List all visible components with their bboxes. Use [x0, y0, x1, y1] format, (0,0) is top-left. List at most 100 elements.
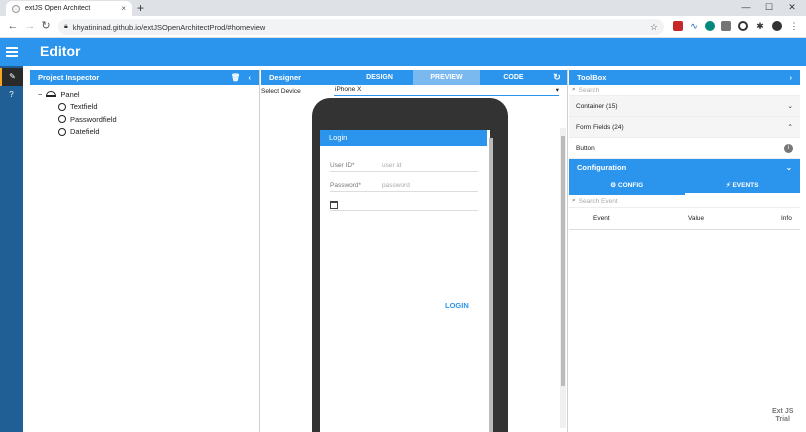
preview-scrollbar[interactable]: [489, 138, 493, 432]
search-icon: ⌕: [572, 86, 576, 93]
phone-frame: Login User ID* user id Password* passwor…: [312, 98, 508, 432]
tab-config[interactable]: ⚙ CONFIG: [569, 176, 685, 195]
tree-collapse-icon[interactable]: −: [38, 90, 42, 99]
chevron-up-icon[interactable]: ⌃: [788, 123, 793, 131]
right-panel: ToolBox › ⌕ Search Container (15) ⌄ Form…: [569, 70, 800, 432]
trash-icon[interactable]: 🗑︎: [231, 73, 241, 82]
project-inspector-panel: Project Inspector 🗑︎ ‹ − Panel Textfield…: [30, 70, 260, 432]
toolbox-group-container[interactable]: Container (15) ⌄: [569, 96, 800, 117]
hamburger-menu-icon[interactable]: [6, 45, 18, 57]
toolbox-group-form-fields[interactable]: Form Fields (24) ⌃: [569, 117, 800, 138]
extension-shield-icon[interactable]: [673, 21, 683, 31]
device-select[interactable]: iPhone X ▾: [334, 86, 559, 96]
side-rail: ✎ ?: [0, 66, 23, 432]
reload-icon[interactable]: ↻: [39, 20, 53, 32]
extension-circle-icon[interactable]: [738, 21, 748, 31]
maximize-button[interactable]: ☐: [759, 2, 779, 13]
tab-events-label: EVENTS: [732, 182, 759, 189]
tree-node-label: Passwordfield: [70, 114, 117, 124]
tab-events[interactable]: ⚡︎ EVENTS: [684, 176, 800, 195]
toolbox-header: ToolBox ›: [569, 70, 800, 85]
app-header: Editor: [0, 38, 806, 66]
designer-scrollbar[interactable]: [560, 128, 566, 428]
phone-screen: Login User ID* user id Password* passwor…: [320, 130, 493, 432]
close-window-button[interactable]: ✕: [782, 2, 802, 13]
new-tab-button[interactable]: +: [137, 2, 144, 14]
url-text: khyatininad.github.io/extJSOpenArchitect…: [72, 22, 266, 32]
field-circle-icon: [58, 127, 66, 136]
event-search[interactable]: ⌕ Search Event: [569, 195, 800, 208]
extension-camera-icon[interactable]: [721, 21, 731, 31]
browser-tab[interactable]: extJS Open Architect ×: [6, 1, 132, 16]
forward-icon[interactable]: →: [23, 20, 37, 32]
tree-node-textfield[interactable]: Textfield: [30, 101, 259, 114]
designer-header: Designer DESIGN PREVIEW CODE ↻: [261, 70, 567, 85]
designer-panel: Designer DESIGN PREVIEW CODE ↻ Select De…: [261, 70, 568, 432]
extension-cloud-icon[interactable]: [705, 21, 715, 31]
password-field[interactable]: Password* password: [330, 180, 478, 192]
column-info[interactable]: Info: [781, 215, 792, 222]
extension-wave-icon[interactable]: ∿: [689, 21, 699, 31]
field-circle-icon: [58, 115, 66, 124]
password-input[interactable]: password: [382, 182, 410, 189]
column-event[interactable]: Event: [593, 215, 688, 222]
refresh-icon[interactable]: ↻: [547, 72, 567, 83]
watermark-line2: Trial: [775, 416, 790, 423]
trial-watermark: Ext JS Trial: [772, 408, 793, 424]
login-panel-header: Login: [320, 130, 487, 146]
userid-field[interactable]: User ID* user id: [330, 160, 478, 172]
group-label: Form Fields (24): [576, 123, 624, 131]
watermark-line1: Ext JS: [772, 408, 794, 415]
browser-menu-icon[interactable]: ⋮: [789, 21, 799, 31]
component-tree: − Panel Textfield Passwordfield Datefiel…: [30, 85, 259, 141]
tab-title: extJS Open Architect: [25, 5, 91, 12]
collapse-left-icon[interactable]: ‹: [249, 73, 252, 82]
login-button[interactable]: LOGIN: [445, 301, 469, 310]
tab-config-label: CONFIG: [617, 182, 644, 189]
app-title: Editor: [40, 43, 81, 59]
tab-code[interactable]: CODE: [480, 70, 547, 85]
extensions-puzzle-icon[interactable]: ✱: [755, 21, 765, 31]
tree-node-passwordfield[interactable]: Passwordfield: [30, 113, 259, 126]
userid-label: User ID*: [330, 162, 355, 169]
select-device-label: Select Device: [261, 87, 301, 95]
chevron-down-icon[interactable]: ⌄: [786, 163, 792, 172]
column-value[interactable]: Value: [688, 215, 781, 222]
tab-close-icon[interactable]: ×: [121, 4, 126, 13]
expand-right-icon[interactable]: ›: [790, 73, 793, 82]
device-select-value: iPhone X: [335, 86, 362, 93]
tab-preview[interactable]: PREVIEW: [413, 70, 480, 85]
favicon-icon: [12, 4, 20, 13]
address-bar[interactable]: 🔒︎ khyatininad.github.io/extJSOpenArchit…: [58, 19, 664, 35]
calendar-icon[interactable]: [330, 200, 338, 209]
item-label: Button: [576, 144, 595, 152]
toolbox-search[interactable]: ⌕ Search: [569, 85, 800, 96]
help-icon[interactable]: ?: [0, 86, 23, 104]
designer-title: Designer: [269, 73, 302, 82]
info-icon[interactable]: i: [784, 143, 793, 153]
edit-pencil-icon[interactable]: ✎: [0, 68, 23, 86]
bolt-icon: ⚡︎: [726, 182, 731, 189]
minimize-button[interactable]: —: [736, 2, 756, 12]
tree-node-datefield[interactable]: Datefield: [30, 126, 259, 139]
chevron-down-icon[interactable]: ⌄: [788, 102, 793, 110]
event-search-input[interactable]: Search Event: [579, 198, 618, 205]
events-grid-header: Event Value Info: [569, 208, 800, 230]
tab-design[interactable]: DESIGN: [346, 70, 413, 85]
inspector-title: Project Inspector: [38, 73, 100, 82]
tree-node-label: Datefield: [70, 127, 100, 137]
tree-node-panel[interactable]: − Panel: [30, 88, 259, 101]
userid-input[interactable]: user id: [382, 162, 402, 169]
browser-toolbar: ← → ↻ 🔒︎ khyatininad.github.io/extJSOpen…: [0, 16, 806, 38]
toolbox-search-input[interactable]: Search: [579, 87, 600, 94]
tree-node-label: Panel: [60, 89, 80, 99]
bookmark-star-icon[interactable]: ☆: [650, 22, 658, 33]
panel-icon: [46, 91, 57, 98]
password-label: Password*: [330, 182, 362, 189]
toolbox-item-button[interactable]: Button i: [569, 138, 800, 159]
gear-icon: ⚙: [610, 182, 617, 189]
back-icon[interactable]: ←: [6, 20, 20, 32]
date-field[interactable]: [330, 199, 478, 211]
chevron-down-icon: ▾: [555, 87, 559, 94]
profile-avatar-icon[interactable]: [772, 21, 782, 31]
